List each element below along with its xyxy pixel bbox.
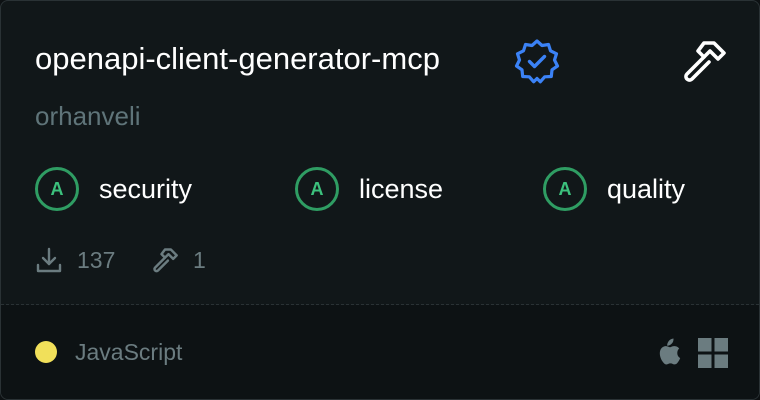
quality-grade[interactable]: A quality — [543, 167, 685, 211]
tools-count: 1 — [193, 247, 206, 273]
server-name[interactable]: openapi-client-generator-mcp — [35, 39, 440, 79]
license-grade[interactable]: A license — [295, 167, 443, 211]
grade-letter: A — [543, 167, 587, 211]
hammer-icon — [684, 41, 726, 82]
author-name[interactable]: orhanveli — [35, 99, 141, 133]
download-icon — [36, 247, 62, 273]
windows-icon — [698, 338, 728, 368]
language-color-dot — [35, 341, 57, 363]
server-card[interactable]: openapi-client-generator-mcp orhanveli A… — [0, 0, 760, 400]
downloads-stat: 137 — [35, 243, 115, 277]
hammer-small-icon — [153, 248, 178, 273]
grade-label: quality — [607, 174, 686, 204]
language-label: JavaScript — [75, 339, 183, 365]
security-grade[interactable]: A security — [35, 167, 192, 211]
grade-label: license — [359, 174, 444, 204]
grade-label: security — [99, 174, 193, 204]
verified-badge-icon — [514, 39, 560, 84]
downloads-count: 137 — [77, 247, 116, 273]
grade-letter: A — [295, 167, 339, 211]
grade-letter: A — [35, 167, 79, 211]
apple-icon — [659, 338, 681, 365]
tools-stat: 1 — [151, 243, 206, 277]
